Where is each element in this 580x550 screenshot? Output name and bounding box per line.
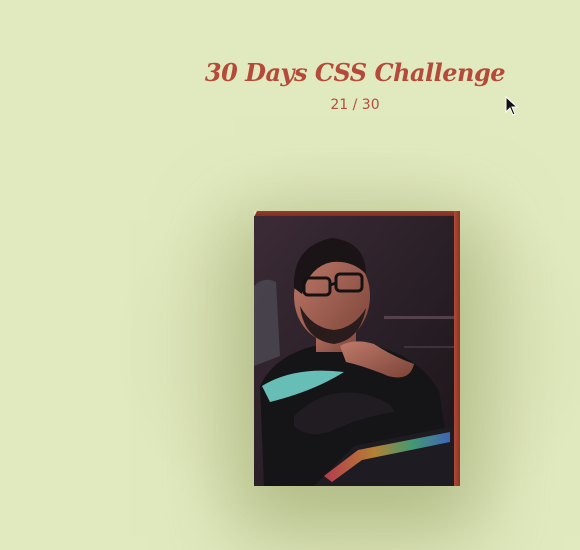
mouse-pointer-icon (505, 96, 519, 116)
stage: 30 Days CSS Challenge 21 / 30 (0, 0, 580, 550)
portrait-image (254, 216, 454, 486)
book[interactable] (254, 211, 460, 486)
day-counter: 21 / 30 (330, 97, 380, 113)
page-title: 30 Days CSS Challenge (204, 58, 506, 87)
book-spine (454, 211, 460, 486)
book-cover-photo (254, 216, 454, 486)
